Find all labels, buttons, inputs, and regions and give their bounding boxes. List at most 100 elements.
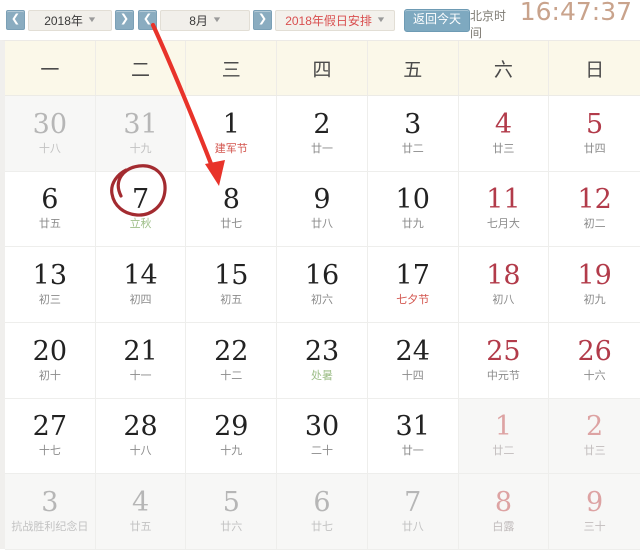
day-number: 5 [586,108,604,140]
day-sublabel: 初十 [38,369,61,382]
day-sublabel: 二十 [310,445,333,458]
calendar-day-cell[interactable]: 12 初二 [549,171,640,248]
day-sublabel: 廿一 [401,445,424,458]
day-sublabel: 抗战胜利纪念日 [11,521,89,534]
day-sublabel: 廿二 [401,142,424,155]
day-sublabel: 十八 [129,445,152,458]
day-number: 23 [304,335,340,367]
calendar-day-cell[interactable]: 25 中元节 [458,322,550,399]
calendar-day-cell[interactable]: 8 白露 [458,474,550,550]
calendar-day-cell[interactable]: 5 廿四 [549,96,640,172]
calendar-day-cell[interactable]: 20 初十 [5,322,96,399]
day-sublabel: 廿二 [492,445,515,458]
chevron-down-icon: ▼ [211,15,223,24]
calendar-day-cell[interactable]: 3 廿二 [367,96,459,172]
calendar-day-cell[interactable]: 26 十六 [549,322,640,399]
calendar-day-cell[interactable]: 9 三十 [549,474,640,550]
calendar-toolbar: ❮ 2018年 ▼ ❯ ❮ 8月 ▼ ❯ 2018年假日安排 ▼ 返回今天 北京… [0,0,640,40]
holiday-schedule-value: 2018年假日安排 [285,13,372,28]
return-to-today-button[interactable]: 返回今天 [404,8,471,32]
calendar-day-cell[interactable]: 18 初八 [458,247,550,323]
calendar-day-cell[interactable]: 31 十九 [95,96,187,172]
calendar-day-cell[interactable]: 28 十八 [95,398,187,475]
day-number: 7 [131,184,150,216]
prev-month-button[interactable]: ❮ [138,10,157,30]
calendar-day-cell[interactable]: 4 廿五 [95,474,187,550]
calendar-day-cell[interactable]: 2 廿一 [277,96,368,172]
calendar-day-cell[interactable]: 30 十八 [5,96,96,172]
clock-label: 北京时间 [470,9,507,40]
clock-time: 16:47:37 [519,0,632,26]
day-number: 2 [313,108,331,140]
calendar-day-cell[interactable]: 8 廿七 [186,171,278,248]
calendar-day-cell[interactable]: 13 初三 [5,247,96,323]
calendar-day-cell[interactable]: 17 七夕节 [367,247,459,323]
calendar-day-cell[interactable]: 21 十一 [95,322,187,399]
calendar-day-cell[interactable]: 22 十二 [186,322,278,399]
prev-year-button[interactable]: ❮ [6,10,25,30]
calendar-day-cell[interactable]: 6 廿五 [5,171,96,248]
calendar-day-cell[interactable]: 1 廿二 [458,398,550,475]
day-number: 9 [313,184,331,216]
day-sublabel: 初三 [38,294,61,307]
weekday-header-3: 三 [186,41,278,95]
day-sublabel: 廿七 [310,521,333,534]
next-month-button[interactable]: ❯ [253,10,272,30]
calendar-day-cell[interactable]: 1 建军节 [186,96,278,172]
calendar-day-cell[interactable]: 16 初六 [277,247,368,323]
day-number: 30 [304,411,340,443]
calendar-day-cell[interactable]: 24 十四 [367,322,459,399]
day-sublabel: 十一 [129,369,152,382]
calendar-day-cell[interactable]: 10 廿九 [367,171,459,248]
day-sublabel: 初五 [220,294,243,307]
calendar-day-cell[interactable]: 27 十七 [5,398,96,475]
day-sublabel: 廿八 [401,521,424,534]
calendar-day-cell[interactable]: 3 抗战胜利纪念日 [5,474,96,550]
month-picker[interactable]: 8月 ▼ [160,9,250,31]
day-number: 4 [494,108,513,140]
calendar-day-cell[interactable]: 6 廿七 [277,474,368,550]
calendar-day-cell[interactable]: 5 廿六 [186,474,278,550]
day-sublabel: 立秋 [129,218,152,231]
day-sublabel: 廿七 [220,218,243,231]
calendar-day-cell[interactable]: 19 初九 [549,247,640,323]
day-number: 19 [577,260,612,292]
day-sublabel: 初四 [129,294,152,307]
weekday-header-row: 一二三四五六 日 [5,41,640,96]
day-number: 4 [131,487,150,519]
month-value: 8月 [189,13,208,28]
day-number: 2 [586,411,604,443]
day-sublabel: 三十 [583,521,606,534]
day-number: 8 [222,184,240,216]
calendar-day-cell[interactable]: 11 七月大 [458,171,550,248]
chevron-down-icon: ▼ [375,15,387,24]
calendar-day-grid: 30 十八 31 十九 1 建军节 2 廿一 3 廿二 4 廿三 5 廿四 6 廿五 7 立秋 8 廿七 9 廿八 10 廿九… [5,96,640,550]
day-number: 1 [222,108,240,140]
beijing-clock: 北京时间 16:47:37 [470,0,632,41]
year-picker[interactable]: 2018年 ▼ [28,9,112,31]
calendar-day-cell[interactable]: 14 初四 [95,247,187,323]
next-year-button[interactable]: ❯ [115,10,134,30]
calendar-day-cell[interactable]: 7 廿八 [367,474,459,550]
calendar-day-cell[interactable]: 2 廿三 [549,398,640,475]
calendar-day-cell[interactable]: 31 廿一 [367,398,459,475]
chevron-down-icon: ▼ [86,15,98,24]
calendar-day-cell[interactable]: 7 立秋 [95,171,187,248]
calendar-day-cell[interactable]: 29 十九 [186,398,278,475]
holiday-schedule-dropdown[interactable]: 2018年假日安排 ▼ [275,9,395,31]
calendar-day-cell[interactable]: 4 廿三 [458,96,550,172]
day-number: 3 [404,108,422,140]
calendar-day-cell[interactable]: 15 初五 [186,247,278,323]
weekday-header-5: 五 [368,41,459,95]
day-number: 30 [32,108,68,140]
day-number: 25 [486,335,521,367]
weekday-header-2: 二 [96,41,187,95]
calendar-day-cell[interactable]: 23 处暑 [277,322,368,399]
weekday-header-4: 四 [277,41,368,95]
day-sublabel: 七夕节 [396,294,430,307]
day-number: 28 [123,411,158,443]
day-number: 7 [404,487,422,519]
day-sublabel: 廿五 [129,521,152,534]
calendar-day-cell[interactable]: 30 二十 [277,398,368,475]
calendar-day-cell[interactable]: 9 廿八 [277,171,368,248]
